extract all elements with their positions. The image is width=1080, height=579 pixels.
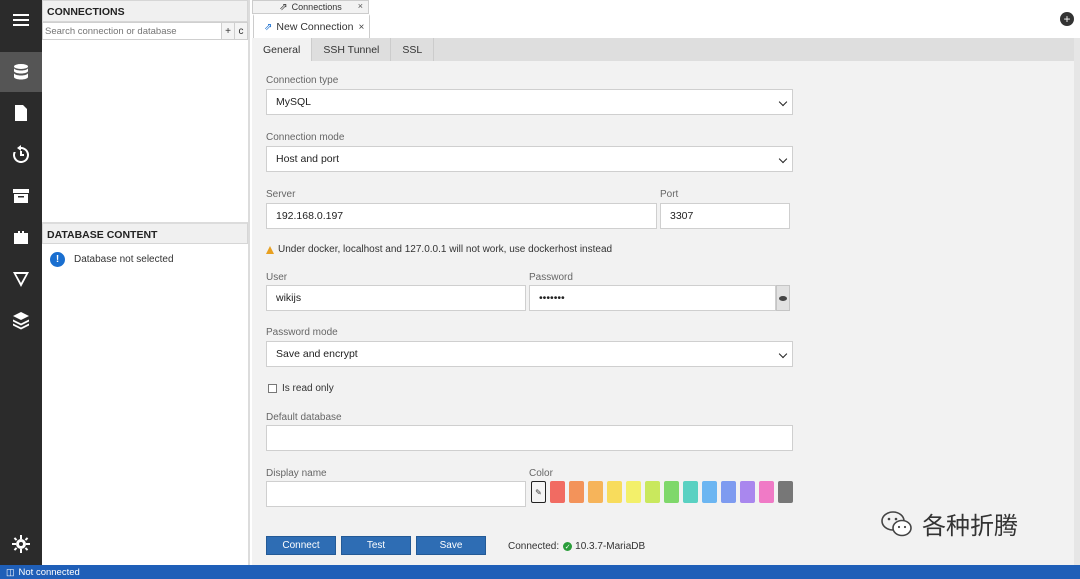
display-name-input[interactable]	[266, 481, 526, 507]
default-database-input[interactable]	[266, 425, 793, 451]
add-connection-button[interactable]: +	[222, 22, 235, 40]
history-icon[interactable]	[0, 135, 42, 175]
menu-icon[interactable]	[0, 0, 42, 40]
tab-new-connection[interactable]: ⇗ New Connection ×	[253, 14, 370, 38]
test-button[interactable]: Test	[341, 536, 411, 555]
archive-icon[interactable]	[0, 176, 42, 216]
tab-connections[interactable]: ⇗ Connections ×	[252, 0, 369, 14]
color-swatches: ✎	[531, 481, 797, 503]
read-only-row: Is read only	[268, 383, 334, 394]
connection-type-select[interactable]: MySQL	[266, 89, 793, 115]
color-picker-icon[interactable]: ✎	[531, 481, 546, 503]
close-icon[interactable]: ×	[358, 1, 363, 11]
tab-ssh-tunnel[interactable]: SSH Tunnel	[312, 38, 392, 61]
color-swatch[interactable]	[721, 481, 736, 503]
tab-general[interactable]: General	[252, 38, 313, 61]
search-row: + c	[42, 22, 248, 40]
password-mode-value: Save and encrypt	[276, 348, 358, 360]
password-label: Password	[529, 272, 573, 283]
docker-warning: Under docker, localhost and 127.0.0.1 wi…	[266, 244, 612, 255]
plug-icon: ⇗	[279, 1, 288, 13]
password-mode-select[interactable]: Save and encrypt	[266, 341, 793, 367]
main-area: ⇗ Connections × ⇗ New Connection × + Gen…	[252, 0, 1080, 565]
color-swatch[interactable]	[626, 481, 641, 503]
icon-sidebar	[0, 0, 42, 565]
wechat-icon	[881, 510, 912, 536]
color-swatch[interactable]	[702, 481, 717, 503]
connections-panel: CONNECTIONS + c DATABASE CONTENT ! Datab…	[42, 0, 250, 565]
connect-button[interactable]: Connect	[266, 536, 336, 555]
network-icon: ◫	[6, 566, 15, 577]
watermark-text: 各种折腾	[922, 512, 1018, 540]
connection-mode-label: Connection mode	[266, 132, 345, 143]
connected-version: 10.3.7-MariaDB	[575, 541, 646, 552]
close-icon[interactable]: ×	[358, 22, 364, 33]
tab-connections-label: Connections	[291, 2, 342, 12]
database-content-panel: DATABASE CONTENT ! Database not selected	[42, 222, 248, 275]
add-tab-icon[interactable]: +	[1060, 12, 1074, 26]
color-swatch[interactable]	[683, 481, 698, 503]
connection-mode-select[interactable]: Host and port	[266, 146, 793, 172]
db-not-selected-text: Database not selected	[74, 254, 174, 265]
connection-mode-value: Host and port	[276, 153, 340, 165]
port-input[interactable]: 3307	[660, 203, 790, 229]
port-value: 3307	[670, 210, 694, 222]
color-swatch[interactable]	[569, 481, 584, 503]
status-bar: ◫ Not connected	[0, 565, 1080, 579]
scrollbar[interactable]	[1074, 38, 1080, 565]
plugin-icon[interactable]	[0, 217, 42, 257]
color-swatch[interactable]	[550, 481, 565, 503]
color-swatch[interactable]	[607, 481, 622, 503]
color-swatch[interactable]	[645, 481, 660, 503]
tab-strip: ⇗ Connections × ⇗ New Connection × +	[252, 0, 1080, 38]
check-icon: ✓	[563, 542, 573, 551]
refresh-icon[interactable]: c	[235, 22, 248, 40]
user-input[interactable]: wikijs	[266, 285, 526, 311]
read-only-label: Is read only	[282, 383, 334, 394]
password-value: •••••••	[539, 292, 565, 304]
password-input[interactable]: •••••••	[529, 285, 776, 311]
server-input[interactable]: 192.168.0.197	[266, 203, 657, 229]
docker-warning-text: Under docker, localhost and 127.0.0.1 wi…	[278, 244, 613, 255]
search-connection-input[interactable]	[42, 22, 222, 40]
layers-icon[interactable]	[0, 300, 42, 340]
db-not-selected-message: ! Database not selected	[42, 244, 248, 275]
color-swatch[interactable]	[778, 481, 793, 503]
status-text: Not connected	[18, 566, 80, 578]
connection-status: Connected: ✓ 10.3.7-MariaDB	[508, 541, 645, 552]
color-swatch[interactable]	[664, 481, 679, 503]
connection-form: Connection type MySQL Connection mode Ho…	[252, 61, 1074, 565]
read-only-checkbox[interactable]	[268, 384, 277, 393]
database-content-title: DATABASE CONTENT	[42, 222, 248, 244]
file-icon[interactable]	[0, 93, 42, 133]
tab-ssl[interactable]: SSL	[391, 38, 435, 61]
user-value: wikijs	[276, 292, 302, 304]
server-value: 192.168.0.197	[276, 210, 344, 222]
display-name-label: Display name	[266, 468, 327, 479]
connections-title: CONNECTIONS	[42, 0, 248, 22]
connection-type-label: Connection type	[266, 75, 339, 86]
warning-icon	[266, 245, 274, 254]
database-icon[interactable]	[0, 52, 42, 92]
filter-icon[interactable]	[0, 259, 42, 299]
color-label: Color	[529, 468, 553, 479]
user-label: User	[266, 272, 288, 283]
password-mode-label: Password mode	[266, 327, 338, 338]
server-label: Server	[266, 189, 296, 200]
connection-type-value: MySQL	[276, 96, 312, 108]
port-label: Port	[660, 189, 679, 200]
settings-icon[interactable]	[0, 524, 42, 564]
show-password-icon[interactable]	[776, 285, 790, 311]
color-swatch[interactable]	[759, 481, 774, 503]
watermark: 各种折腾	[880, 506, 1018, 541]
save-button[interactable]: Save	[416, 536, 486, 555]
connected-label: Connected:	[508, 541, 560, 552]
color-swatch[interactable]	[740, 481, 755, 503]
plug-icon: ⇗	[264, 21, 273, 33]
default-database-label: Default database	[266, 412, 342, 423]
form-subtabs: General SSH Tunnel SSL	[252, 38, 1074, 61]
color-swatch[interactable]	[588, 481, 603, 503]
tab-new-connection-label: New Connection	[276, 21, 354, 33]
info-icon: !	[50, 252, 65, 267]
